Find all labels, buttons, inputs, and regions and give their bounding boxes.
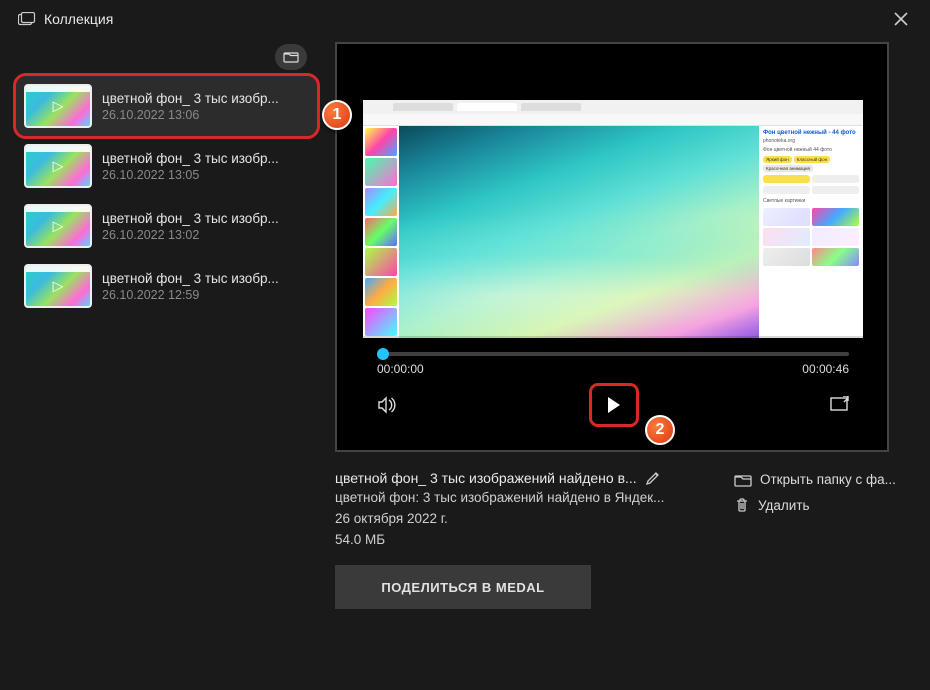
edit-title-button[interactable]: [645, 470, 661, 486]
clip-title: цветной фон_ 3 тыс изобр...: [102, 151, 279, 166]
preview-main-image: [399, 126, 759, 338]
clip-date: 26.10.2022 13:06: [102, 108, 279, 122]
clip-item-2[interactable]: ▷ цветной фон_ 3 тыс изобр... 26.10.2022…: [16, 196, 317, 256]
player-controls: 00:00:00 00:00:46: [363, 336, 863, 436]
clip-thumb: ▷: [24, 144, 92, 188]
delete-action[interactable]: Удалить: [734, 497, 904, 513]
play-icon: ▷: [53, 98, 64, 115]
titlebar: Коллекция: [0, 0, 930, 38]
clip-title: цветной фон_ 3 тыс изобр...: [102, 271, 279, 286]
play-icon: ▷: [53, 158, 64, 175]
callout-2: 2: [645, 415, 675, 445]
clip-date: 26.10.2022 13:05: [102, 168, 279, 182]
play-button[interactable]: [592, 386, 636, 424]
open-folder-action[interactable]: Открыть папку с фа...: [734, 472, 904, 487]
clip-item-3[interactable]: ▷ цветной фон_ 3 тыс изобр... 26.10.2022…: [16, 256, 317, 316]
meta-title: цветной фон_ 3 тыс изображений найдено в…: [335, 470, 637, 486]
preview-body: Фон цветной нежный - 44 фото phonoteka.o…: [363, 126, 863, 338]
clip-item-1[interactable]: ▷ цветной фон_ 3 тыс изобр... 26.10.2022…: [16, 136, 317, 196]
callout-1: 1: [322, 100, 352, 130]
play-icon: ▷: [53, 218, 64, 235]
progress-bar[interactable]: [377, 352, 849, 356]
clip-date: 26.10.2022 12:59: [102, 288, 279, 302]
time-current: 00:00:00: [377, 362, 424, 376]
meta-subtitle: цветной фон: 3 тыс изображений найдено в…: [335, 490, 710, 505]
play-icon: ▷: [53, 278, 64, 295]
clip-title: цветной фон_ 3 тыс изобр...: [102, 211, 279, 226]
preview-address-bar: [363, 114, 863, 126]
share-medal-button[interactable]: ПОДЕЛИТЬСЯ В MEDAL: [335, 565, 591, 609]
clip-date: 26.10.2022 13:02: [102, 228, 279, 242]
clip-thumb: ▷: [24, 264, 92, 308]
meta-size: 54.0 МБ: [335, 532, 710, 547]
collection-icon: [18, 12, 36, 26]
fullscreen-button[interactable]: [829, 396, 849, 414]
preview-browser-tabs: [363, 100, 863, 114]
clip-thumb: ▷: [24, 204, 92, 248]
window-title: Коллекция: [44, 11, 113, 27]
clip-item-0[interactable]: ▷ цветной фон_ 3 тыс изобр... 26.10.2022…: [16, 76, 317, 136]
sidebar: ▷ цветной фон_ 3 тыс изобр... 26.10.2022…: [0, 38, 325, 688]
clip-meta: цветной фон_ 3 тыс изображений найдено в…: [335, 470, 904, 609]
content-area: Фон цветной нежный - 44 фото phonoteka.o…: [325, 38, 930, 688]
progress-knob[interactable]: [377, 348, 389, 360]
preview-info-panel: Фон цветной нежный - 44 фото phonoteka.o…: [759, 126, 863, 338]
volume-button[interactable]: [377, 396, 399, 414]
meta-date: 26 октября 2022 г.: [335, 511, 710, 526]
open-folder-icon-button[interactable]: [275, 44, 307, 70]
time-total: 00:00:46: [802, 362, 849, 376]
clip-title: цветной фон_ 3 тыс изобр...: [102, 91, 279, 106]
video-player: Фон цветной нежный - 44 фото phonoteka.o…: [335, 42, 889, 452]
clip-thumb: ▷: [24, 84, 92, 128]
close-button[interactable]: [886, 10, 916, 28]
